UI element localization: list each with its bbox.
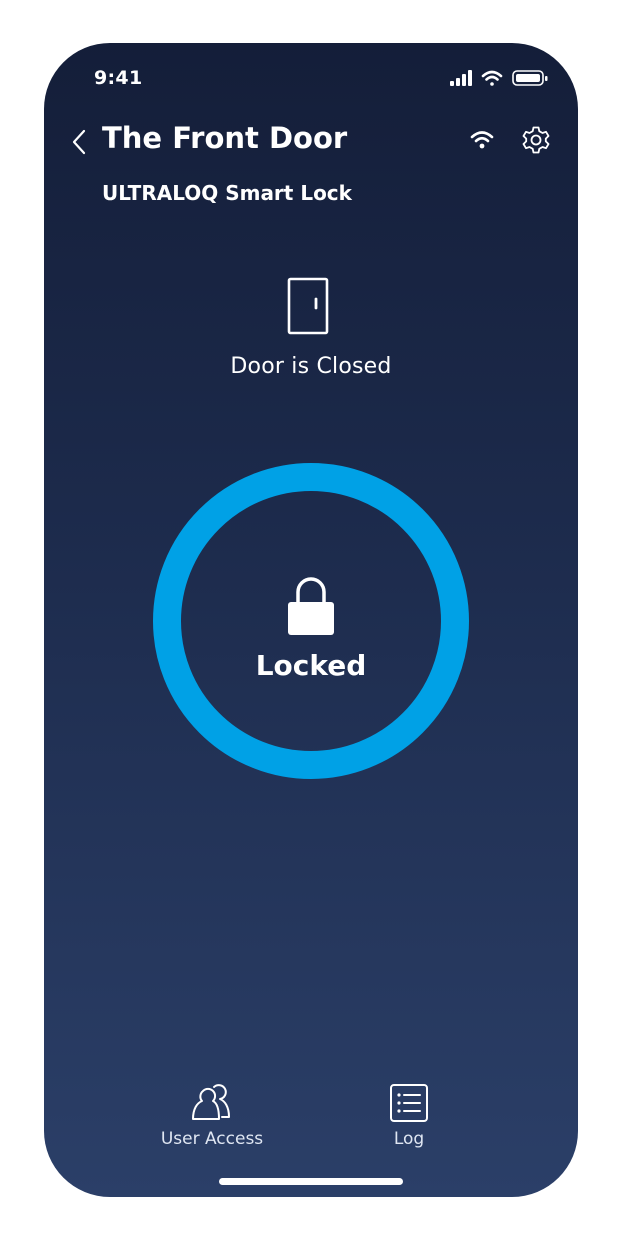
nav-log[interactable]: Log [369,1083,449,1149]
status-time: 9:41 [94,67,143,89]
nav-user-access[interactable]: User Access [156,1083,268,1149]
home-indicator[interactable] [219,1178,403,1185]
door-icon [287,277,329,335]
phone-screen: 9:41 The Front Door ULTRALOQ Smart Lock … [44,43,578,1197]
cellular-signal-icon [450,70,472,86]
battery-icon [512,70,548,86]
device-subtitle: ULTRALOQ Smart Lock [102,181,352,205]
lock-toggle-button[interactable]: Locked [153,463,469,779]
lock-status-label: Locked [255,649,367,682]
list-icon [390,1084,428,1122]
page-title: The Front Door [102,121,348,155]
gear-icon[interactable] [521,125,551,155]
users-icon [192,1084,230,1120]
padlock-icon [288,577,334,635]
wifi-icon[interactable] [470,129,494,151]
chevron-left-icon[interactable] [70,127,90,157]
nav-log-label: Log [393,1129,425,1149]
nav-user-access-label: User Access [160,1129,264,1149]
status-wifi-icon [481,70,503,86]
status-icons [450,70,548,86]
door-status: Door is Closed [230,354,392,379]
